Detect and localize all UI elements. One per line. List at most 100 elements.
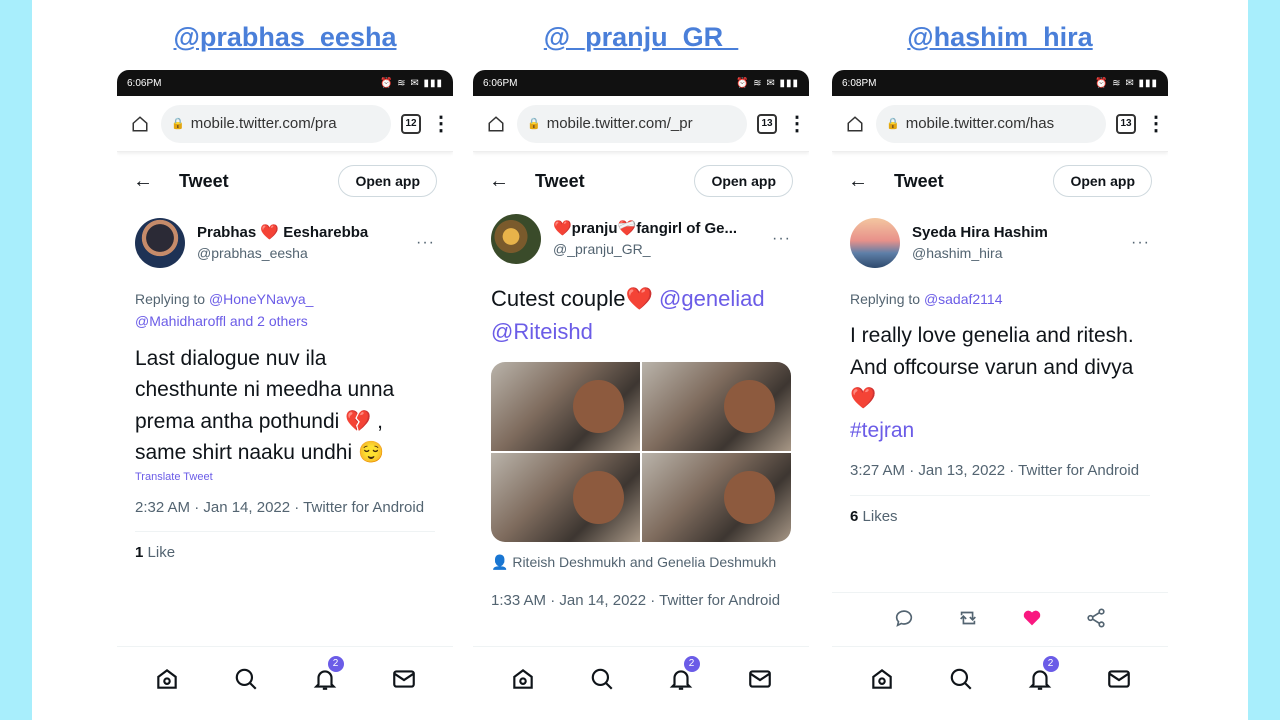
tweet-photo[interactable]	[491, 453, 640, 542]
browser-toolbar: 🔒 mobile.twitter.com/has 13 ⋮	[832, 96, 1168, 152]
reply-icon[interactable]	[893, 607, 915, 629]
like-label: Like	[147, 544, 176, 562]
home-icon[interactable]	[844, 113, 866, 135]
home-icon[interactable]	[508, 664, 538, 694]
panel-3: @hashim_hira 6:08PM ⏰ ≋ ✉ ▮▮▮ 🔒 mobile.t…	[832, 0, 1168, 720]
home-icon[interactable]	[129, 113, 151, 135]
url-bar[interactable]: 🔒 mobile.twitter.com/pra	[161, 104, 391, 143]
bell-icon[interactable]: 2	[666, 655, 700, 694]
like-stats[interactable]: 6 Likes	[832, 496, 1168, 537]
share-icon[interactable]	[1085, 607, 1107, 629]
translate-link[interactable]: Translate Tweet	[117, 469, 453, 483]
kebab-icon[interactable]: ⋮	[1146, 111, 1166, 136]
kebab-icon[interactable]: ⋮	[787, 111, 807, 136]
tweet-text-plain: I really love genelia and ritesh. And of…	[850, 324, 1134, 411]
avatar[interactable]	[850, 218, 900, 268]
tweet-header: ← Tweet Open app	[832, 152, 1168, 210]
tagged-people[interactable]: 👤 Riteish Deshmukh and Genelia Deshmukh	[473, 542, 809, 574]
notification-badge: 2	[1042, 655, 1059, 672]
hashtag-link[interactable]: #tejran	[850, 419, 914, 442]
lock-icon: 🔒	[886, 118, 900, 130]
replying-to: Replying to @HoneYNavya_ @Mahidharoffl a…	[117, 268, 453, 333]
reply-mention[interactable]: @Mahidharoffl	[135, 313, 226, 329]
tweet-timestamp[interactable]: 2:32 AM · Jan 14, 2022 · Twitter for And…	[117, 483, 453, 520]
page-title: Tweet	[535, 170, 585, 191]
tweet-photo[interactable]	[642, 453, 791, 542]
username[interactable]: @_pranju_GR_	[553, 240, 760, 259]
display-name[interactable]: ❤️pranju❤️‍🩹fangirl of Ge...	[553, 219, 760, 239]
mail-icon[interactable]	[745, 664, 775, 694]
bell-icon[interactable]: 2	[1025, 655, 1059, 694]
bell-icon[interactable]: 2	[310, 655, 344, 694]
tweet-mention[interactable]: @Riteishd	[491, 319, 593, 344]
open-app-button[interactable]: Open app	[694, 165, 793, 197]
tweet-photo[interactable]	[491, 362, 640, 451]
more-options-icon[interactable]: ···	[1131, 234, 1150, 252]
mail-icon[interactable]	[1104, 664, 1134, 694]
back-arrow-icon[interactable]: ←	[133, 170, 153, 193]
like-count: 1	[135, 544, 144, 562]
browser-toolbar: 🔒 mobile.twitter.com/pra 12 ⋮	[117, 96, 453, 152]
heart-icon[interactable]	[1021, 607, 1043, 629]
status-bar: 6:06PM ⏰ ≋ ✉ ▮▮▮	[473, 70, 809, 96]
kebab-icon[interactable]: ⋮	[431, 111, 451, 136]
tweet-author: ❤️pranju❤️‍🩹fangirl of Ge... @_pranju_GR…	[473, 210, 809, 268]
panel-handle-title: @hashim_hira	[907, 22, 1093, 52]
search-icon[interactable]	[231, 664, 261, 694]
phone-screen: 6:06PM ⏰ ≋ ✉ ▮▮▮ 🔒 mobile.twitter.com/pr…	[117, 70, 453, 720]
search-icon[interactable]	[946, 664, 976, 694]
display-name[interactable]: Prabhas ❤️ Eesharebba	[197, 223, 404, 243]
retweet-icon[interactable]	[957, 607, 979, 629]
like-count: 6	[850, 507, 859, 525]
lock-icon: 🔒	[171, 118, 185, 130]
status-bar: 6:06PM ⏰ ≋ ✉ ▮▮▮	[117, 70, 453, 96]
tweet-photo[interactable]	[642, 362, 791, 451]
panel-handle-title: @prabhas_eesha	[173, 22, 397, 52]
status-icons: ⏰ ≋ ✉ ▮▮▮	[735, 77, 799, 89]
back-arrow-icon[interactable]: ←	[489, 170, 509, 193]
display-name[interactable]: Syeda Hira Hashim	[912, 223, 1119, 243]
tweet-timestamp[interactable]: 3:27 AM · Jan 13, 2022 · Twitter for And…	[832, 446, 1168, 483]
bottom-nav: 2	[117, 646, 453, 720]
like-label: Likes	[862, 507, 898, 525]
url-bar[interactable]: 🔒 mobile.twitter.com/_pr	[517, 104, 747, 143]
avatar[interactable]	[135, 218, 185, 268]
home-icon[interactable]	[152, 664, 182, 694]
search-icon[interactable]	[587, 664, 617, 694]
avatar[interactable]	[491, 214, 541, 264]
like-stats[interactable]: 1 Like	[117, 532, 453, 573]
panel-1: @prabhas_eesha 6:06PM ⏰ ≋ ✉ ▮▮▮ 🔒 mobile…	[117, 0, 453, 720]
username[interactable]: @prabhas_eesha	[197, 244, 404, 263]
panel-2: @_pranju_GR_ 6:06PM ⏰ ≋ ✉ ▮▮▮ 🔒 mobile.t…	[473, 0, 809, 720]
bottom-nav: 2	[832, 646, 1168, 720]
phone-screen: 6:06PM ⏰ ≋ ✉ ▮▮▮ 🔒 mobile.twitter.com/_p…	[473, 70, 809, 720]
tweet-author: Syeda Hira Hashim @hashim_hira ···	[832, 210, 1168, 268]
tab-count-button[interactable]: 12	[401, 113, 421, 134]
mail-icon[interactable]	[389, 664, 419, 694]
reply-mention[interactable]: @sadaf2114	[924, 291, 1003, 307]
panel-handle-title: @_pranju_GR_	[543, 22, 739, 52]
username[interactable]: @hashim_hira	[912, 244, 1119, 263]
reply-mention[interactable]: @HoneYNavya_	[209, 291, 314, 307]
url-bar[interactable]: 🔒 mobile.twitter.com/has	[876, 104, 1106, 143]
tagged-names: Riteish Deshmukh and Genelia Deshmukh	[512, 554, 777, 570]
url-text: mobile.twitter.com/has	[905, 115, 1055, 132]
tweet-text: Cutest couple❤️ @geneliad @Riteishd	[473, 268, 809, 348]
home-icon[interactable]	[485, 113, 507, 135]
home-icon[interactable]	[867, 664, 897, 694]
open-app-button[interactable]: Open app	[338, 165, 437, 197]
tweet-timestamp[interactable]: 1:33 AM · Jan 14, 2022 · Twitter for And…	[473, 574, 809, 613]
tweet-author: Prabhas ❤️ Eesharebba @prabhas_eesha ···	[117, 210, 453, 268]
open-app-button[interactable]: Open app	[1053, 165, 1152, 197]
more-options-icon[interactable]: ···	[772, 230, 791, 248]
tab-count-button[interactable]: 13	[1116, 113, 1136, 134]
back-arrow-icon[interactable]: ←	[848, 170, 868, 193]
more-options-icon[interactable]: ···	[416, 234, 435, 252]
url-text: mobile.twitter.com/pra	[190, 115, 337, 132]
photo-grid[interactable]	[491, 362, 791, 542]
status-icons: ⏰ ≋ ✉ ▮▮▮	[1094, 77, 1158, 89]
tab-count-button[interactable]: 13	[757, 113, 777, 134]
tweet-text: I really love genelia and ritesh. And of…	[832, 310, 1168, 446]
reply-others-link[interactable]: and 2 others	[230, 313, 308, 329]
tweet-mention[interactable]: @geneliad	[659, 286, 765, 311]
